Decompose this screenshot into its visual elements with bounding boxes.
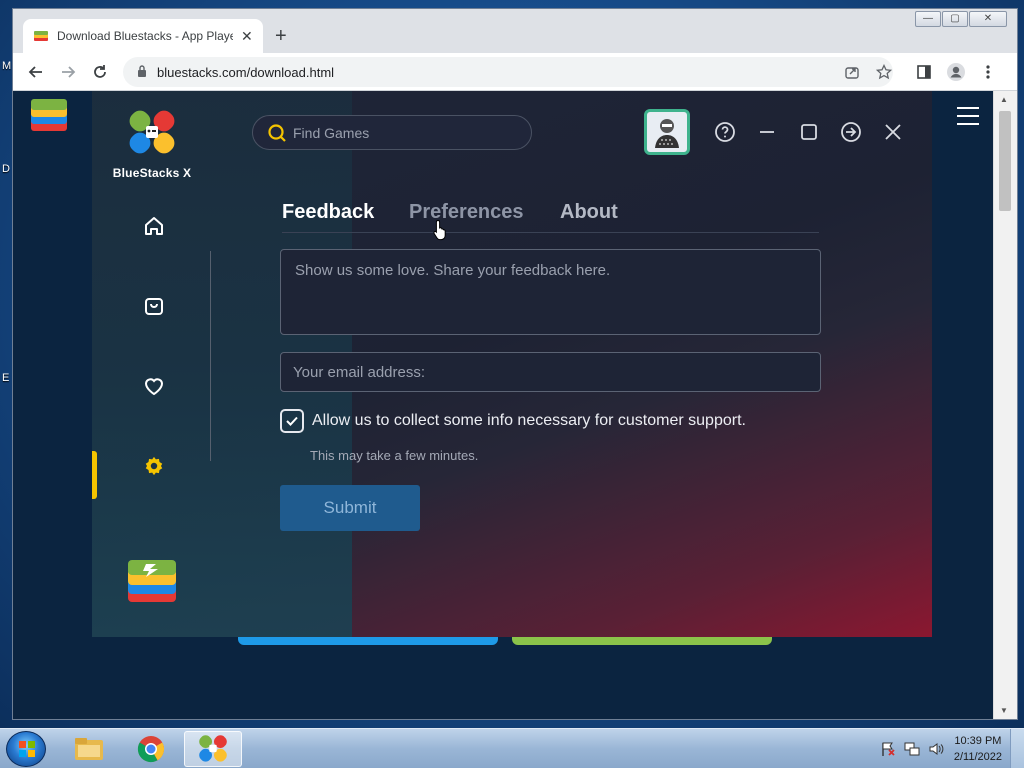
taskbar: 10:39 PM 2/11/2022 (0, 728, 1024, 768)
close-window-button[interactable]: ✕ (969, 11, 1007, 27)
tab-preferences[interactable]: Preferences (409, 201, 524, 224)
tab-feedback[interactable]: Feedback (282, 201, 374, 224)
brand: BlueStacks X (108, 109, 196, 180)
folder-icon (75, 738, 103, 760)
network-icon[interactable] (904, 741, 920, 757)
page-viewport: BlueStacks X Find Games Feedback Prefere… (13, 91, 993, 719)
new-tab-button[interactable]: + (275, 25, 287, 48)
email-placeholder: Your email address: (293, 363, 426, 381)
menu-kebab-icon[interactable] (977, 61, 999, 83)
action-center-flag-icon[interactable] (880, 741, 896, 757)
taskbar-bluestacks-x[interactable] (184, 731, 242, 767)
nav-settings[interactable] (136, 448, 172, 484)
store-icon (145, 298, 163, 315)
desktop-icon-label-fragment: E (2, 372, 10, 384)
gear-icon (145, 456, 163, 476)
lock-icon (137, 64, 147, 80)
bluestacks-player-logo[interactable] (126, 556, 178, 613)
desktop-icon-label-fragment: M (2, 60, 12, 72)
share-icon[interactable] (841, 61, 863, 83)
clock[interactable]: 10:39 PM 2/11/2022 (954, 733, 1002, 765)
heart-icon (144, 378, 164, 396)
window-controls: — ▢ ✕ (914, 11, 1007, 27)
brand-name: BlueStacks X (112, 166, 192, 180)
back-arrow-icon[interactable] (25, 61, 47, 83)
browser-tab[interactable]: Download Bluestacks - App Player ✕ (23, 19, 263, 53)
sidebar-divider (210, 251, 211, 461)
submit-button[interactable]: Submit (280, 485, 420, 531)
arrow-right-circle-icon (841, 122, 861, 142)
checkmark-icon (286, 416, 298, 426)
bookmark-star-icon[interactable] (873, 61, 895, 83)
maximize-app-button[interactable] (788, 111, 830, 153)
minimize-icon (760, 131, 774, 133)
consent-checkbox-row[interactable]: Allow us to collect some info necessary … (280, 409, 746, 433)
tab-title: Download Bluestacks - App Player (57, 29, 233, 43)
page-download-button-edge[interactable] (238, 637, 498, 645)
system-tray (880, 741, 944, 757)
forward-app-button[interactable] (830, 111, 872, 153)
url-text: bluestacks.com/download.html (157, 64, 335, 80)
browser-toolbar: bluestacks.com/download.html (13, 53, 1017, 91)
app-top-controls (644, 109, 914, 155)
reload-icon[interactable] (89, 61, 111, 83)
chrome-window: Download Bluestacks - App Player ✕ + — ▢… (12, 8, 1018, 720)
hand-cursor-icon (433, 219, 446, 241)
maximize-button[interactable]: ▢ (942, 11, 968, 27)
feedback-textarea[interactable]: Show us some love. Share your feedback h… (280, 249, 821, 335)
tab-close-icon[interactable]: ✕ (241, 28, 253, 45)
bluestacks-x-logo-icon (129, 110, 175, 154)
scroll-down-arrow-icon[interactable]: ▼ (1000, 706, 1008, 715)
consent-note: This may take a few minutes. (310, 448, 479, 463)
profile-icon[interactable] (945, 61, 967, 83)
bluestacks-x-app: BlueStacks X Find Games Feedback Prefere… (92, 91, 932, 637)
email-field[interactable]: Your email address: (280, 352, 821, 392)
avatar-icon (655, 119, 679, 148)
maximize-icon (801, 124, 817, 140)
show-desktop-button[interactable] (1010, 729, 1024, 768)
chrome-icon (137, 736, 165, 763)
home-icon (145, 217, 163, 235)
settings-tabs: Feedback Preferences About (282, 201, 819, 233)
tab-about[interactable]: About (560, 201, 618, 224)
page-download-button-edge[interactable] (512, 637, 772, 645)
search-games[interactable]: Find Games (252, 115, 532, 150)
bluestacks-page-logo[interactable] (29, 97, 69, 137)
search-icon (268, 123, 286, 142)
forward-arrow-icon[interactable] (57, 61, 79, 83)
feedback-placeholder: Show us some love. Share your feedback h… (295, 262, 611, 279)
search-placeholder: Find Games (293, 124, 370, 141)
scroll-up-arrow-icon[interactable]: ▲ (1000, 95, 1008, 104)
bluestacks-x-icon (199, 735, 227, 762)
start-button[interactable] (6, 731, 46, 767)
volume-icon[interactable] (928, 741, 944, 757)
windows-logo-icon (19, 741, 35, 757)
minimize-button[interactable]: — (915, 11, 941, 27)
close-app-button[interactable] (872, 111, 914, 153)
nav-favorites[interactable] (136, 368, 172, 404)
nav-store[interactable] (136, 288, 172, 324)
help-button[interactable] (704, 111, 746, 153)
address-bar[interactable]: bluestacks.com/download.html (123, 57, 893, 87)
avatar[interactable] (644, 109, 690, 155)
taskbar-chrome[interactable] (122, 731, 180, 767)
tab-strip: Download Bluestacks - App Player ✕ + — ▢… (13, 9, 1017, 53)
nav-home[interactable] (136, 208, 172, 244)
page-menu-hamburger-icon[interactable] (957, 107, 979, 131)
active-nav-indicator (92, 451, 97, 499)
close-icon (885, 124, 901, 140)
side-panel-icon[interactable] (913, 61, 935, 83)
help-icon (715, 122, 735, 142)
consent-label: Allow us to collect some info necessary … (312, 412, 746, 429)
taskbar-explorer[interactable] (60, 731, 118, 767)
clock-time: 10:39 PM (954, 735, 1002, 747)
scrollbar-thumb[interactable] (999, 111, 1011, 211)
page-scrollbar[interactable]: ▲ ▼ (993, 91, 1017, 719)
consent-checkbox[interactable] (280, 409, 304, 433)
minimize-app-button[interactable] (746, 111, 788, 153)
desktop-icon-label-fragment: D (2, 163, 10, 175)
bluestacks-favicon-icon (33, 28, 49, 44)
clock-date: 2/11/2022 (953, 751, 1002, 763)
